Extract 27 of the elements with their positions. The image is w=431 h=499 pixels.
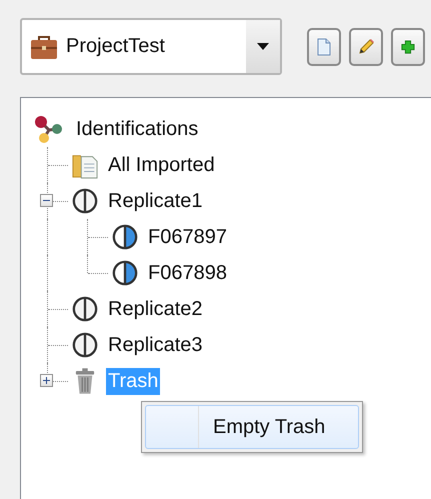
tree-item[interactable]: F067898 — [146, 260, 229, 286]
edit-button[interactable] — [349, 28, 383, 66]
briefcase-icon — [30, 34, 58, 60]
add-button[interactable] — [391, 28, 425, 66]
menu-item[interactable]: Empty Trash — [145, 405, 359, 449]
split-circle-icon — [72, 188, 98, 214]
tree-item[interactable]: Replicate3 — [106, 332, 205, 358]
tree-item[interactable]: F067897 — [146, 224, 229, 250]
split-circle-icon — [72, 332, 98, 358]
expander-toggle[interactable] — [40, 374, 53, 387]
new-document-button[interactable] — [307, 28, 341, 66]
pencil-icon — [357, 38, 375, 56]
half-filled-circle-icon — [112, 224, 138, 250]
nodes-icon — [33, 114, 63, 144]
plus-icon — [401, 40, 415, 54]
tree-item[interactable]: Replicate1 — [106, 188, 205, 214]
dropdown-arrow-icon — [257, 43, 269, 50]
half-filled-circle-icon — [112, 260, 138, 286]
tree-item[interactable]: All Imported — [106, 152, 217, 178]
project-dropdown[interactable]: ProjectTest — [20, 18, 282, 75]
split-circle-icon — [72, 296, 98, 322]
tree-item[interactable]: Replicate2 — [106, 296, 205, 322]
tree-item[interactable]: Identifications — [74, 116, 200, 142]
project-name: ProjectTest — [66, 35, 166, 58]
trash-can-icon — [75, 367, 95, 395]
document-icon — [316, 38, 332, 56]
expander-toggle[interactable] — [40, 194, 53, 207]
